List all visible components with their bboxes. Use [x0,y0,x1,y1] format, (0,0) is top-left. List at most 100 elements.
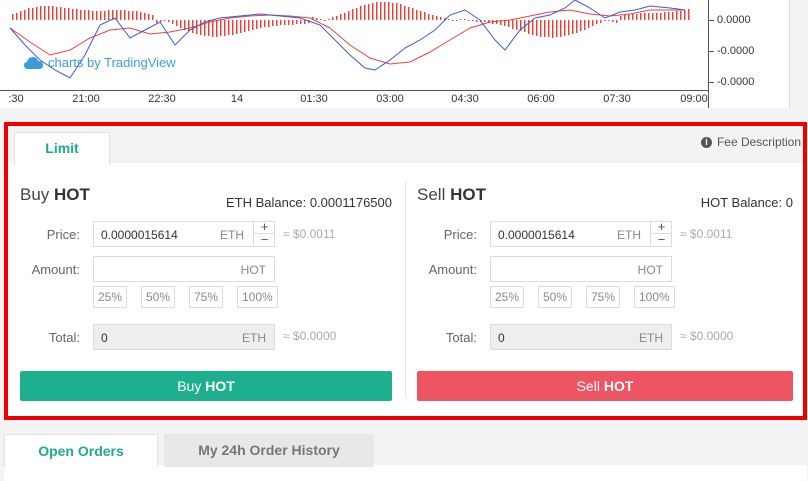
sell-price-value: 0.0000015614 [498,228,575,242]
histogram-bar [404,6,406,20]
histogram-bar [156,20,158,23]
histogram-bar [360,6,362,20]
x-tick: 09:00 [680,93,708,105]
tab-order-history[interactable]: My 24h Order History [164,434,374,467]
tab-open-orders[interactable]: Open Orders [4,434,158,467]
histogram-bar [448,19,450,20]
sell-total-approx: ≈ $0.0000 [680,329,734,343]
histogram-bar [556,20,558,37]
buy-total-field: 0 ETH [93,324,275,350]
total-label: Total: [48,330,80,345]
histogram-bar [144,13,146,20]
histogram-bar [52,6,54,20]
sell-pct-50-button[interactable]: 50% [538,286,573,308]
fee-description-label: Fee Description [716,135,801,149]
sell-amount-input[interactable]: HOT [490,256,672,282]
histogram-bar [560,20,562,37]
histogram-bar [352,9,354,20]
trade-panel: Limit i Fee Description Buy HOT ETH Bala… [4,122,807,420]
fee-description-link[interactable]: i Fee Description [700,135,801,149]
histogram-bar [424,12,426,20]
histogram-bar [152,15,154,20]
histogram-bar [584,20,586,30]
buy-pct-75-button[interactable]: 75% [189,286,224,308]
buy-title-prefix: Buy [20,185,50,204]
decrement-icon[interactable]: − [254,233,275,247]
sell-button[interactable]: Sell HOT [417,371,793,401]
histogram-bar [668,12,670,20]
sell-total-value: 0 [498,331,505,345]
buy-price-input[interactable]: 0.0000015614 ETH [93,221,275,247]
x-tick: 06:00 [527,93,555,105]
histogram-bar [440,17,442,20]
sell-pct-100-button[interactable]: 100% [634,286,675,308]
sell-price-stepper[interactable]: + − [650,220,672,247]
histogram-bar [564,20,566,36]
amount-label: Amount: [31,262,80,277]
histogram-bar [188,20,190,31]
histogram-bar [240,20,242,33]
histogram-bar [136,11,138,20]
histogram-bar [92,11,94,20]
histogram-bar [624,15,626,20]
histogram-bar [276,20,278,26]
decrement-icon[interactable]: − [651,233,672,247]
tab-limit[interactable]: Limit [14,132,110,165]
histogram-bar [328,19,330,20]
buy-pct-50-button[interactable]: 50% [141,286,176,308]
sell-pct-75-button[interactable]: 75% [586,286,621,308]
histogram-bar [392,3,394,20]
histogram-bar [180,20,182,28]
histogram-bar [32,8,34,20]
sell-pct-25-button[interactable]: 25% [490,286,525,308]
histogram-bar [168,20,170,22]
buy-title-asset: HOT [54,185,90,204]
buy-pct-25-button[interactable]: 25% [93,286,128,308]
macd-chart[interactable]: charts by TradingView 0.0000 -0.0000 -0.… [0,0,790,108]
histogram-bar [596,20,598,24]
histogram-bar [20,11,22,20]
buy-pct-100-button[interactable]: 100% [237,286,278,308]
tradingview-brand-label: charts by TradingView [48,55,176,70]
histogram-bar [688,9,690,20]
histogram-bar [648,13,650,20]
histogram-bar [84,10,86,20]
sell-price-input[interactable]: 0.0000015614 ETH [490,221,672,247]
buy-amount-input[interactable]: HOT [93,256,275,282]
hot-balance: HOT Balance: 0 [700,195,793,210]
histogram-bar [608,20,610,21]
buy-price-unit: ETH [220,228,244,242]
amount-label: Amount: [428,262,477,277]
histogram-bar [412,8,414,20]
histogram-bar [72,9,74,20]
histogram-bar [336,16,338,20]
histogram-bar [652,13,654,20]
price-axis: 0.0000 -0.0000 -0.0000 [708,0,790,108]
histogram-bar [252,20,254,30]
histogram-bar [676,11,678,20]
histogram-bar [264,20,266,27]
tradingview-brand[interactable]: charts by TradingView [24,55,176,70]
histogram-bar [456,20,458,21]
histogram-bar [376,2,378,20]
histogram-bar [316,18,318,20]
histogram-bar [344,13,346,20]
sell-amount-unit: HOT [637,263,663,277]
buy-button[interactable]: Buy HOT [20,371,392,401]
histogram-bar [36,7,38,20]
histogram-bar [472,20,474,21]
sell-total-field: 0 ETH [490,324,672,350]
histogram-bar [236,20,238,34]
histogram-bar [220,20,222,36]
cloud-icon [24,56,43,69]
histogram-bar [108,10,110,20]
histogram-bar [628,14,630,20]
histogram-bar [420,11,422,20]
histogram-bar [548,20,550,37]
histogram-bar [292,20,294,25]
histogram-bar [256,20,258,29]
buy-price-stepper[interactable]: + − [253,220,275,247]
buy-total-unit: ETH [242,331,266,345]
histogram-bar [60,7,62,20]
sell-form: Sell HOT HOT Balance: 0 Price: 0.0000015… [417,163,793,416]
